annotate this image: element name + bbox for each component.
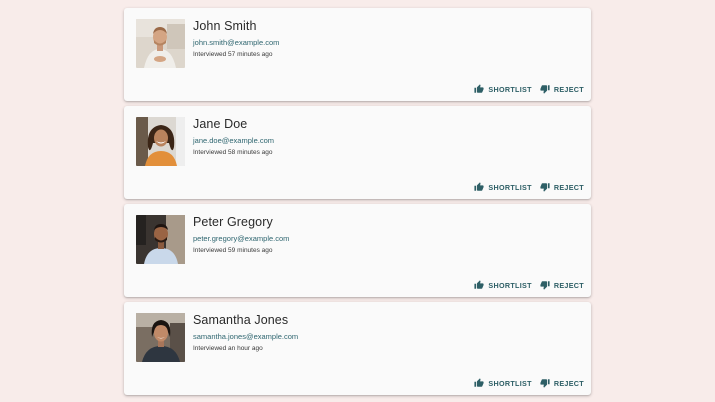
candidate-name: Jane Doe xyxy=(193,117,248,131)
reject-button[interactable]: REJECT xyxy=(540,182,584,192)
candidate-name: John Smith xyxy=(193,19,257,33)
reject-label: REJECT xyxy=(553,280,584,290)
interview-status: Interviewed an hour ago xyxy=(193,345,263,352)
card-actions: SHORTLIST REJECT xyxy=(466,378,584,388)
thumb-down-icon xyxy=(540,183,550,192)
shortlist-label: SHORTLIST xyxy=(488,84,532,94)
avatar xyxy=(136,215,185,264)
card-actions: SHORTLIST REJECT xyxy=(466,182,584,192)
candidate-card: Peter Gregory peter.gregory@example.com … xyxy=(124,204,591,297)
candidate-card: Samantha Jones samantha.jones@example.co… xyxy=(124,302,591,395)
candidate-email[interactable]: john.smith@example.com xyxy=(193,38,279,47)
thumb-down-icon xyxy=(540,85,550,94)
interview-status: Interviewed 59 minutes ago xyxy=(193,247,273,254)
avatar xyxy=(136,313,185,362)
card-actions: SHORTLIST REJECT xyxy=(466,280,584,290)
reject-label: REJECT xyxy=(553,84,584,94)
candidate-list: John Smith john.smith@example.com Interv… xyxy=(124,8,591,400)
candidate-email[interactable]: peter.gregory@example.com xyxy=(193,234,289,243)
thumb-up-icon xyxy=(474,280,484,289)
reject-label: REJECT xyxy=(553,378,584,388)
candidate-email[interactable]: samantha.jones@example.com xyxy=(193,332,298,341)
candidate-card: Jane Doe jane.doe@example.com Interviewe… xyxy=(124,106,591,199)
avatar xyxy=(136,117,185,166)
interview-status: Interviewed 58 minutes ago xyxy=(193,149,273,156)
thumb-down-icon xyxy=(540,281,550,290)
shortlist-button[interactable]: SHORTLIST xyxy=(474,378,532,388)
shortlist-label: SHORTLIST xyxy=(488,280,532,290)
shortlist-button[interactable]: SHORTLIST xyxy=(474,182,532,192)
reject-button[interactable]: REJECT xyxy=(540,378,584,388)
candidate-email[interactable]: jane.doe@example.com xyxy=(193,136,274,145)
avatar xyxy=(136,19,185,68)
card-actions: SHORTLIST REJECT xyxy=(466,84,584,94)
shortlist-button[interactable]: SHORTLIST xyxy=(474,84,532,94)
shortlist-label: SHORTLIST xyxy=(488,182,532,192)
thumb-up-icon xyxy=(474,182,484,191)
shortlist-button[interactable]: SHORTLIST xyxy=(474,280,532,290)
reject-button[interactable]: REJECT xyxy=(540,84,584,94)
thumb-up-icon xyxy=(474,84,484,93)
interview-status: Interviewed 57 minutes ago xyxy=(193,51,273,58)
thumb-down-icon xyxy=(540,379,550,388)
reject-button[interactable]: REJECT xyxy=(540,280,584,290)
reject-label: REJECT xyxy=(553,182,584,192)
thumb-up-icon xyxy=(474,378,484,387)
candidate-card: John Smith john.smith@example.com Interv… xyxy=(124,8,591,101)
candidate-name: Peter Gregory xyxy=(193,215,273,229)
shortlist-label: SHORTLIST xyxy=(488,378,532,388)
candidate-name: Samantha Jones xyxy=(193,313,289,327)
